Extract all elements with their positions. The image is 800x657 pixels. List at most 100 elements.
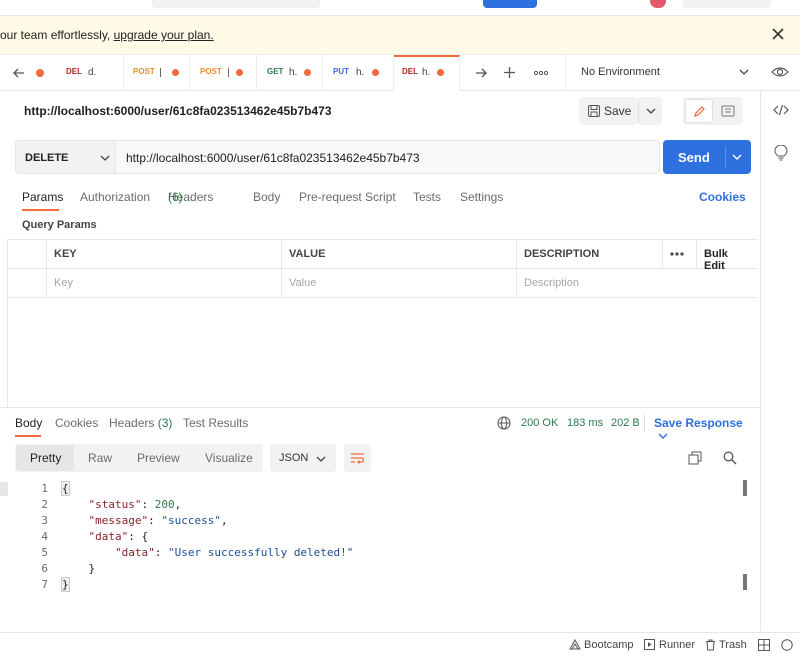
url-input[interactable]: http://localhost:6000/user/61c8fa0235134… [116,140,660,174]
tab-request-2[interactable]: POST [124,55,190,91]
wrap-lines-icon [350,452,365,464]
more-horizontal-icon [670,252,684,256]
table-header-description: DESCRIPTION [517,240,663,269]
bulk-edit-button[interactable]: Bulk Edit [697,240,758,272]
save-response-button[interactable]: Save Response [654,416,760,444]
close-icon[interactable] [768,24,788,44]
tab-request-3[interactable]: POST [190,55,257,91]
unsaved-dot [372,69,379,76]
chevron-down-icon [100,153,110,163]
avatar[interactable] [650,0,666,8]
method-select[interactable]: DELETE [15,140,116,174]
request-title-row: http://localhost:6000/user/61c8fa0235134… [0,91,760,133]
chevron-down-icon [739,67,749,77]
trash-link[interactable]: Trash [719,639,747,651]
request-bar: DELETE http://localhost:6000/user/61c8fa… [15,140,758,176]
two-pane-icon[interactable] [758,639,770,651]
response-tab-headers[interactable]: Headers (3) [109,416,172,430]
chevron-down-icon [646,106,656,116]
value-input[interactable]: Value [282,269,517,298]
unsaved-dot [236,69,243,76]
view-toggle [683,97,743,125]
arrow-left-icon[interactable] [12,66,26,80]
tab-body[interactable]: Body [253,190,280,204]
scrollbar-bottom[interactable] [743,574,747,590]
tab-pre-request-script[interactable]: Pre-request Script [299,190,396,204]
format-select[interactable]: JSON [270,444,336,472]
request-tabs-bar: DEL d. POST POST GET h. PUT h. DEL h. No… [0,55,800,91]
tab-request-active[interactable]: DEL h. [394,55,460,91]
lightbulb-icon[interactable] [774,145,788,161]
environment-selector[interactable]: No Environment [565,55,760,91]
tab-request-1[interactable]: DEL d. [56,55,124,91]
headers-count: (6) [168,190,183,204]
tab-params[interactable]: Params [22,190,63,204]
response-tab-test-results[interactable]: Test Results [183,416,248,430]
eye-icon[interactable] [771,65,789,79]
pencil-icon [693,105,706,118]
left-panel-edge [7,239,8,407]
invite-button[interactable] [483,0,537,8]
runner-link[interactable]: Runner [659,639,695,651]
right-sidebar [760,91,800,631]
table-options[interactable] [663,240,697,269]
unsaved-dot [437,69,444,76]
description-input[interactable]: Description [517,269,758,298]
response-size: 202 B [611,417,640,429]
active-tab-indicator [15,435,41,437]
copy-icon[interactable] [688,451,702,465]
response-tab-cookies[interactable]: Cookies [55,416,98,430]
send-button[interactable]: Send [663,140,751,174]
help-icon[interactable] [781,639,793,651]
chevron-down-icon[interactable] [732,152,742,162]
code-line: "status": 200, [88,498,182,511]
save-options-button[interactable] [638,97,662,125]
query-params-title: Query Params [22,219,97,231]
response-body-viewer[interactable]: 1 { 2 "status": 200, 3 "message": "succe… [0,472,760,600]
cookies-link[interactable]: Cookies [699,190,746,204]
view-tab-pretty[interactable]: Pretty [16,445,74,471]
active-tab-indicator [22,209,59,211]
plus-icon[interactable] [502,65,517,80]
tab-request-4[interactable]: GET h. [257,55,323,91]
active-line-marker [0,482,8,496]
unsaved-dot [36,69,44,77]
edit-mode-button[interactable] [685,99,713,123]
tab-request-5[interactable]: PUT h. [323,55,394,91]
upgrade-banner: our team effortlessly, upgrade your plan… [0,16,800,55]
key-input[interactable]: Key [47,269,282,298]
view-tab-visualize[interactable]: Visualize [205,451,253,465]
banner-message: our team effortlessly, upgrade your plan… [0,28,214,42]
tab-tests[interactable]: Tests [413,190,441,204]
globe-icon[interactable] [497,416,511,430]
unsaved-dot [304,69,311,76]
chevron-down-icon [316,454,326,464]
tab-settings[interactable]: Settings [460,190,503,204]
view-tab-raw[interactable]: Raw [88,451,112,465]
search-icon[interactable] [723,451,737,465]
runner-icon [644,639,655,650]
request-title: http://localhost:6000/user/61c8fa0235134… [24,104,332,118]
save-button[interactable]: Save [579,97,638,125]
comment-icon[interactable] [721,105,735,117]
table-header-key: KEY [47,240,282,269]
table-checkbox-header [8,240,47,269]
code-line: "message": "success", [88,514,228,527]
response-tab-body[interactable]: Body [15,416,42,430]
bootcamp-icon [569,639,581,650]
view-tab-preview[interactable]: Preview [137,451,180,465]
scrollbar-top[interactable] [743,480,747,496]
status-bar: Bootcamp Runner Trash [0,632,800,656]
table-header-value: VALUE [282,240,517,269]
upgrade-button[interactable] [683,0,771,8]
code-icon[interactable] [773,104,789,116]
wrap-lines-button[interactable] [344,444,371,472]
upgrade-plan-link[interactable]: upgrade your plan. [114,28,214,42]
tab-authorization[interactable]: Authorization [80,190,150,204]
more-horizontal-icon[interactable] [534,70,548,76]
bootcamp-link[interactable]: Bootcamp [584,639,634,651]
chevron-down-icon [658,433,668,439]
arrow-right-icon[interactable] [474,66,488,80]
unsaved-dot [172,69,179,76]
search-bar[interactable] [152,0,320,8]
